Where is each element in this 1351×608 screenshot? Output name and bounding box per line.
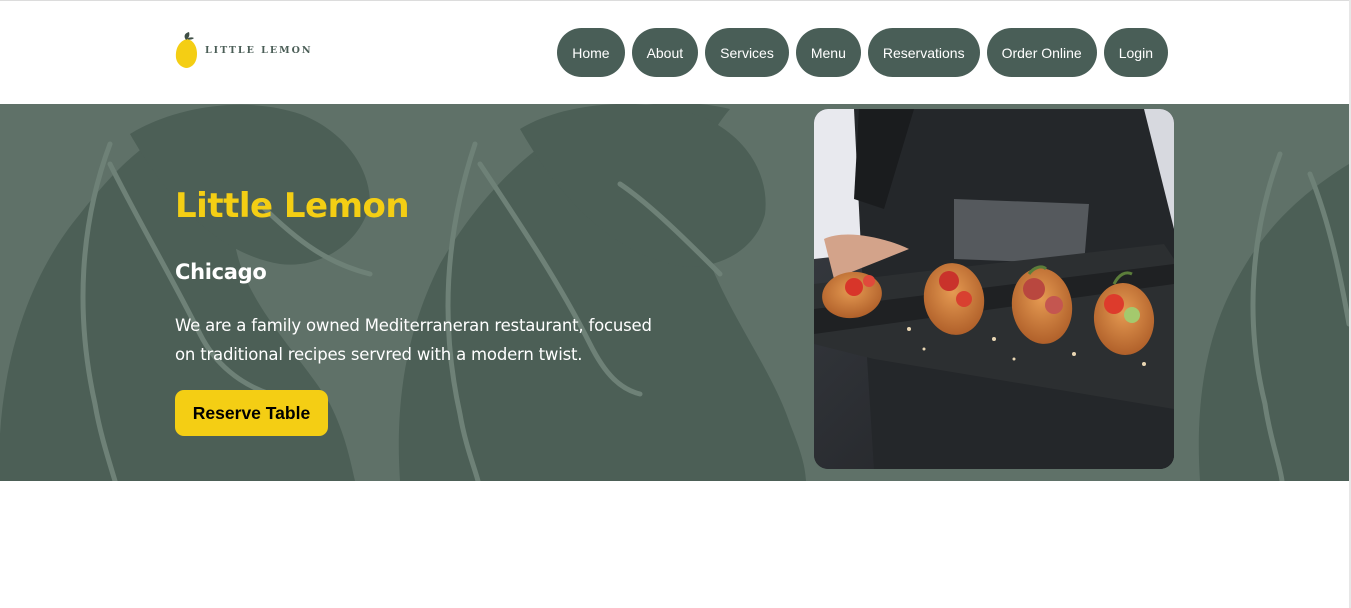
page: LITTLE LEMON Home About Services Menu Re…: [0, 0, 1351, 608]
hero-section: Little Lemon Chicago We are a family own…: [0, 104, 1349, 481]
hero-subtitle: Chicago: [175, 260, 267, 284]
nav-about[interactable]: About: [631, 28, 699, 77]
logo[interactable]: LITTLE LEMON: [175, 32, 313, 69]
header: LITTLE LEMON Home About Services Menu Re…: [0, 1, 1349, 104]
hero-image: [814, 109, 1174, 469]
main-nav: Home About Services Menu Reservations Or…: [557, 28, 1168, 77]
hero-description: We are a family owned Mediterraneran res…: [175, 316, 652, 364]
logo-text: LITTLE LEMON: [205, 45, 313, 56]
nav-services[interactable]: Services: [705, 28, 789, 77]
lemon-icon: [175, 32, 197, 68]
reserve-table-button[interactable]: Reserve Table: [175, 390, 328, 436]
nav-order-online[interactable]: Order Online: [986, 28, 1097, 77]
nav-reservations[interactable]: Reservations: [867, 28, 980, 77]
nav-menu[interactable]: Menu: [795, 28, 861, 77]
nav-home[interactable]: Home: [557, 28, 625, 77]
nav-login[interactable]: Login: [1103, 28, 1168, 77]
bruschetta-photo: [814, 109, 1174, 469]
hero-title: Little Lemon: [175, 186, 410, 226]
